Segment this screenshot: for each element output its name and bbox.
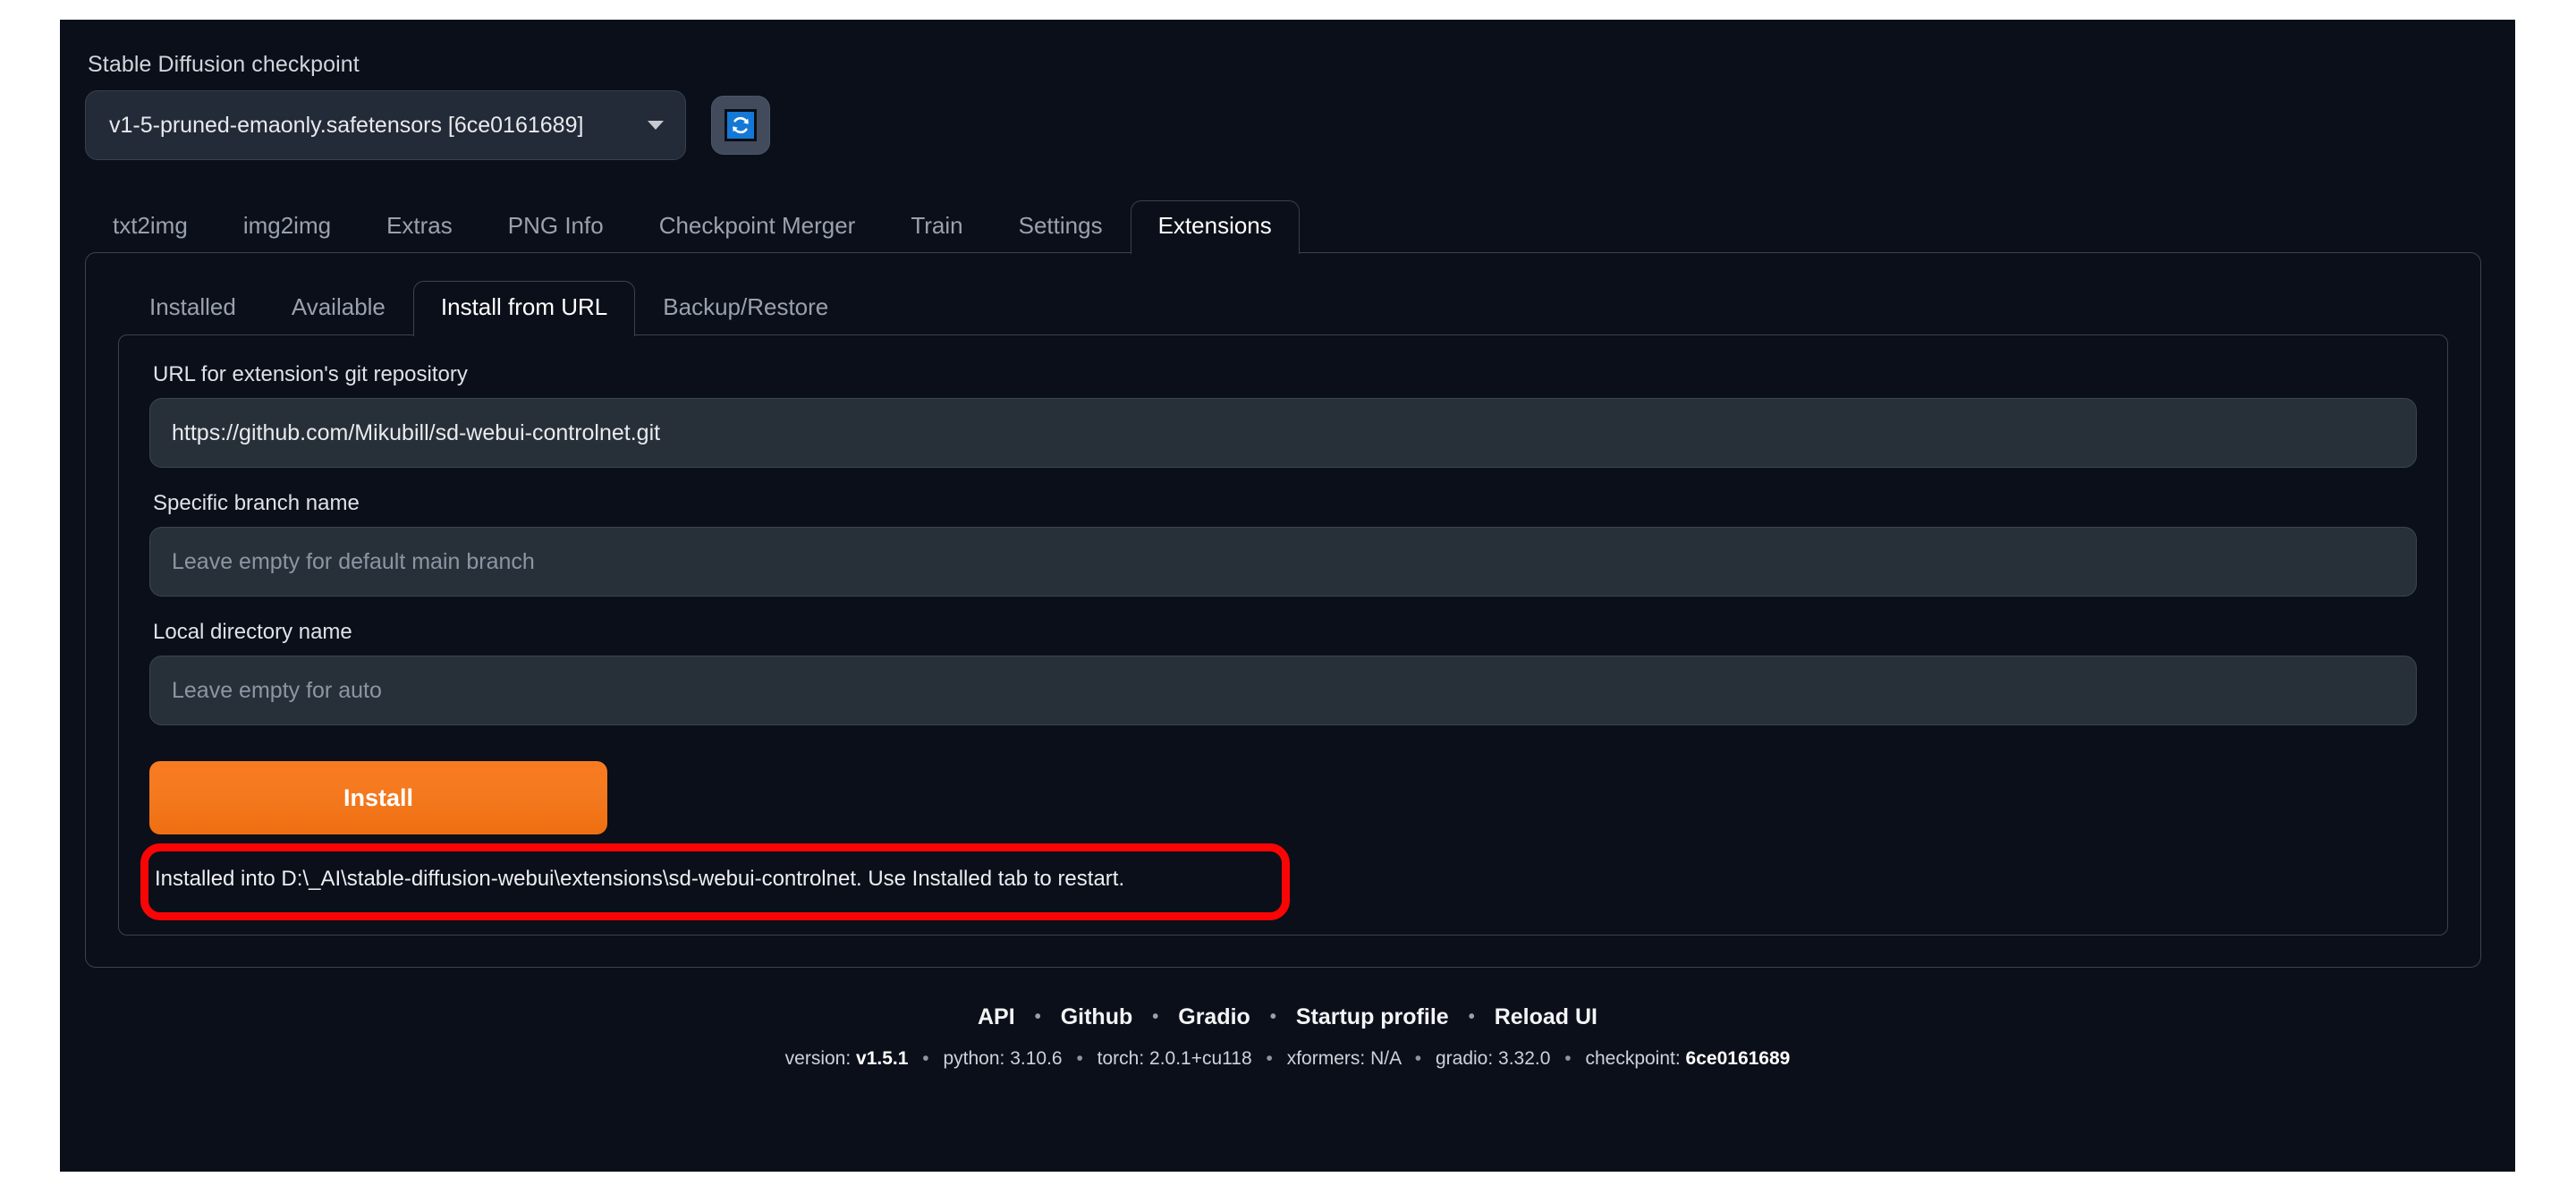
- tab-extras[interactable]: Extras: [359, 200, 480, 254]
- footer-link-api[interactable]: API: [958, 1004, 1035, 1030]
- footer-separator: •: [1269, 1007, 1276, 1027]
- branch-field-label: Specific branch name: [153, 491, 360, 515]
- url-field-group: URL for extension's git repository https…: [149, 362, 2417, 468]
- subtab-label: Backup/Restore: [663, 293, 829, 320]
- checkpoint-key: checkpoint:: [1585, 1048, 1681, 1069]
- version-separator: •: [1414, 1048, 1422, 1069]
- subtab-available[interactable]: Available: [264, 281, 413, 336]
- url-field-label: URL for extension's git repository: [153, 362, 468, 386]
- subtab-installed[interactable]: Installed: [122, 281, 264, 336]
- subtab-label: Installed: [149, 293, 236, 320]
- tab-extensions[interactable]: Extensions: [1130, 200, 1300, 254]
- footer-link-startup-profile[interactable]: Startup profile: [1276, 1004, 1469, 1030]
- footer-link-reload-ui[interactable]: Reload UI: [1475, 1004, 1617, 1030]
- tab-checkpoint-merger[interactable]: Checkpoint Merger: [631, 200, 884, 254]
- torch-value: 2.0.1+cu118: [1149, 1048, 1252, 1069]
- checkpoint-select[interactable]: v1-5-pruned-emaonly.safetensors [6ce0161…: [85, 90, 686, 160]
- webui-app: Stable Diffusion checkpoint v1-5-pruned-…: [60, 20, 2515, 1172]
- extensions-sub-tab-bar: Installed Available Install from URL Bac…: [122, 280, 2480, 336]
- install-from-url-form: URL for extension's git repository https…: [118, 334, 2448, 936]
- subtab-label: Install from URL: [440, 293, 608, 320]
- footer-separator: •: [1468, 1007, 1475, 1027]
- install-button[interactable]: Install: [149, 761, 607, 834]
- version-separator: •: [1564, 1048, 1572, 1069]
- tab-label: Extras: [386, 212, 453, 239]
- tab-label: img2img: [242, 212, 332, 239]
- tab-label: Settings: [1018, 212, 1103, 239]
- status-message: Installed into D:\_AI\stable-diffusion-w…: [155, 867, 1125, 891]
- chevron-down-icon: [648, 121, 664, 130]
- xformers-value: N/A: [1370, 1048, 1401, 1069]
- branch-field-group: Specific branch name Leave empty for def…: [149, 491, 2417, 597]
- torch-key: torch:: [1097, 1048, 1145, 1069]
- tab-train[interactable]: Train: [883, 200, 990, 254]
- tab-label: Train: [911, 212, 963, 239]
- footer-version-info: version: v1.5.1 • python: 3.10.6 • torch…: [60, 1048, 2515, 1070]
- version-separator: •: [1076, 1048, 1083, 1069]
- directory-field-label: Local directory name: [153, 620, 352, 644]
- python-key: python:: [943, 1048, 1005, 1069]
- checkpoint-section: Stable Diffusion checkpoint v1-5-pruned-…: [60, 20, 2515, 160]
- main-tab-bar: txt2img img2img Extras PNG Info Checkpoi…: [85, 199, 2515, 254]
- version-key: version:: [784, 1048, 852, 1069]
- directory-field-group: Local directory name Leave empty for aut…: [149, 620, 2417, 725]
- version-separator: •: [922, 1048, 929, 1069]
- gradio-key: gradio:: [1435, 1048, 1494, 1069]
- checkpoint-label: Stable Diffusion checkpoint: [88, 52, 360, 77]
- tab-png-info[interactable]: PNG Info: [480, 200, 631, 254]
- tab-label: Checkpoint Merger: [658, 212, 856, 239]
- gradio-value: 3.32.0: [1498, 1048, 1551, 1069]
- directory-input[interactable]: Leave empty for auto: [149, 656, 2417, 725]
- tab-txt2img[interactable]: txt2img: [85, 200, 216, 254]
- checkpoint-selected-value: v1-5-pruned-emaonly.safetensors [6ce0161…: [109, 112, 584, 138]
- footer: API • Github • Gradio • Startup profile …: [60, 1004, 2515, 1070]
- subtab-backup-restore[interactable]: Backup/Restore: [635, 281, 856, 336]
- footer-links: API • Github • Gradio • Startup profile …: [60, 1004, 2515, 1030]
- tab-img2img[interactable]: img2img: [216, 200, 359, 254]
- xformers-key: xformers:: [1286, 1048, 1366, 1069]
- footer-link-github[interactable]: Github: [1041, 1004, 1153, 1030]
- subtab-label: Available: [291, 293, 386, 320]
- checkpoint-value: 6ce0161689: [1685, 1048, 1791, 1069]
- refresh-checkpoints-button[interactable]: [711, 96, 770, 155]
- footer-link-gradio[interactable]: Gradio: [1158, 1004, 1270, 1030]
- tab-label: txt2img: [113, 212, 188, 239]
- branch-input[interactable]: Leave empty for default main branch: [149, 527, 2417, 597]
- install-status: Installed into D:\_AI\stable-diffusion-w…: [140, 843, 1290, 920]
- subtab-install-from-url[interactable]: Install from URL: [412, 281, 636, 336]
- version-value: v1.5.1: [856, 1048, 909, 1069]
- footer-separator: •: [1034, 1007, 1041, 1027]
- version-separator: •: [1266, 1048, 1273, 1069]
- python-value: 3.10.6: [1010, 1048, 1063, 1069]
- refresh-icon: [724, 109, 757, 141]
- tab-label: Extensions: [1157, 212, 1272, 239]
- footer-separator: •: [1152, 1007, 1159, 1027]
- extensions-panel: Installed Available Install from URL Bac…: [85, 252, 2481, 968]
- tab-settings[interactable]: Settings: [991, 200, 1131, 254]
- tab-label: PNG Info: [507, 212, 604, 239]
- url-input[interactable]: https://github.com/Mikubill/sd-webui-con…: [149, 398, 2417, 468]
